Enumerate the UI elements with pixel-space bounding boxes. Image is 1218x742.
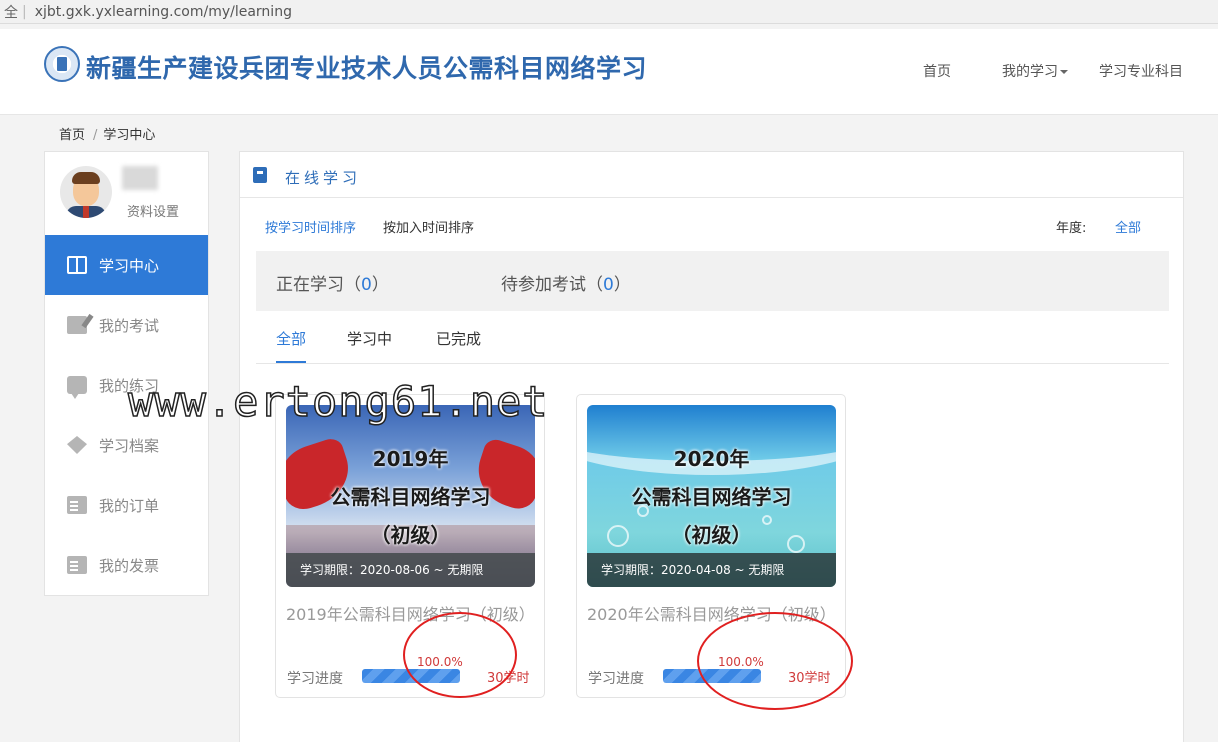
progress-label: 学习进度 <box>588 671 644 687</box>
breadcrumb-home[interactable]: 首页 <box>59 128 85 143</box>
chat-icon <box>67 376 87 399</box>
panel-header: 在线学习 <box>240 152 1183 198</box>
cover-title: 公需科目网络学习 <box>631 485 792 509</box>
tab-all[interactable]: 全部 <box>276 328 307 363</box>
avatar-tie <box>83 206 89 218</box>
avatar[interactable] <box>60 166 112 218</box>
stat-pending-exams[interactable]: 待参加考试（0） <box>501 270 631 295</box>
study-period: 学习期限：2020-08-06 ~ 无期限 <box>286 553 535 587</box>
sidebar-item-my-invoices[interactable]: 我的发票 <box>45 535 208 595</box>
stat-count: 0 <box>361 275 372 295</box>
course-cover[interactable]: 2019年 公需科目网络学习 （初级） 学习期限：2020-08-06 ~ 无期… <box>286 405 535 587</box>
tab-completed[interactable]: 已完成 <box>436 328 481 361</box>
security-label: 全 <box>4 4 18 21</box>
graduation-cap-icon <box>67 436 87 454</box>
study-period: 学习期限：2020-04-08 ~ 无期限 <box>587 553 836 587</box>
stats-bar: 正在学习（0） 待参加考试（0） <box>256 251 1169 311</box>
notebook-icon <box>253 167 267 183</box>
sidebar-item-label: 我的考试 <box>99 316 160 335</box>
panel-title: 在线学习 <box>285 169 362 187</box>
document-icon <box>67 556 87 574</box>
sidebar-item-learning-center[interactable]: 学习中心 <box>45 235 208 295</box>
url-text[interactable]: xjbt.gxk.yxlearning.com/my/learning <box>35 4 292 20</box>
nav-professional-subjects[interactable]: 学习专业科目 <box>1099 61 1183 81</box>
book-icon <box>67 256 87 274</box>
sidebar-item-label: 我的发票 <box>99 556 160 575</box>
breadcrumb-separator: / <box>93 128 98 143</box>
sidebar: 资料设置 学习中心 我的考试 我的练习 学习档案 我的订单 我的发票 <box>44 151 209 596</box>
nav-my-learning-label: 我的学习 <box>1002 64 1058 80</box>
nav-my-learning[interactable]: 我的学习 <box>1002 61 1068 81</box>
sort-by-study-time[interactable]: 按学习时间排序 <box>265 217 356 236</box>
avatar-hair <box>72 172 100 184</box>
cover-level: （初级） <box>370 523 451 547</box>
year-label: 年度: <box>1056 221 1087 236</box>
stat-close: ） <box>613 275 631 295</box>
sort-by-join-time[interactable]: 按加入时间排序 <box>383 217 474 236</box>
sidebar-item-label: 学习中心 <box>99 256 160 275</box>
watermark-text: www.ertong61.net <box>127 376 549 427</box>
username-redacted <box>122 166 158 190</box>
document-icon <box>67 496 87 514</box>
annotation-circle <box>403 612 517 698</box>
sidebar-item-label: 我的订单 <box>99 496 160 515</box>
stat-in-progress[interactable]: 正在学习（0） <box>276 270 389 295</box>
nav-home[interactable]: 首页 <box>923 61 951 81</box>
stat-label: 正在学习（ <box>276 275 361 295</box>
course-name[interactable]: 2019年公需科目网络学习（初级） <box>286 601 535 625</box>
progress-label: 学习进度 <box>287 671 343 687</box>
browser-address-bar[interactable]: 全 | xjbt.gxk.yxlearning.com/my/learning <box>0 0 1218 24</box>
profile-settings-link[interactable]: 资料设置 <box>127 201 179 220</box>
site-title[interactable]: 新疆生产建设兵团专业技术人员公需科目网络学习 <box>86 49 647 85</box>
course-tabs: 全部 学习中 已完成 <box>256 316 1169 364</box>
course-cover[interactable]: 2020年 公需科目网络学习 （初级） 学习期限：2020-04-08 ~ 无期… <box>587 405 836 587</box>
tab-in-progress[interactable]: 学习中 <box>347 328 392 361</box>
edit-icon <box>67 316 87 334</box>
cover-year: 2020年 <box>673 447 750 471</box>
annotation-circle <box>697 612 853 710</box>
address-divider: | <box>22 3 27 20</box>
cover-title: 公需科目网络学习 <box>330 485 491 509</box>
year-filter[interactable]: 全部 <box>1115 217 1141 236</box>
sidebar-item-label: 学习档案 <box>99 436 160 455</box>
breadcrumb-current: 学习中心 <box>103 128 156 143</box>
site-header: 新疆生产建设兵团专业技术人员公需科目网络学习 首页 我的学习 学习专业科目 <box>0 29 1218 115</box>
stat-close: ） <box>371 275 389 295</box>
sidebar-item-my-exams[interactable]: 我的考试 <box>45 295 208 355</box>
cover-level: （初级） <box>671 523 752 547</box>
site-logo-icon[interactable] <box>44 46 80 82</box>
sidebar-item-my-orders[interactable]: 我的订单 <box>45 475 208 535</box>
cover-year: 2019年 <box>372 447 449 471</box>
breadcrumb: 首页 / 学习中心 <box>59 124 155 143</box>
stat-count: 0 <box>603 275 614 295</box>
stat-label: 待参加考试（ <box>501 275 603 295</box>
chevron-down-icon <box>1060 70 1068 74</box>
